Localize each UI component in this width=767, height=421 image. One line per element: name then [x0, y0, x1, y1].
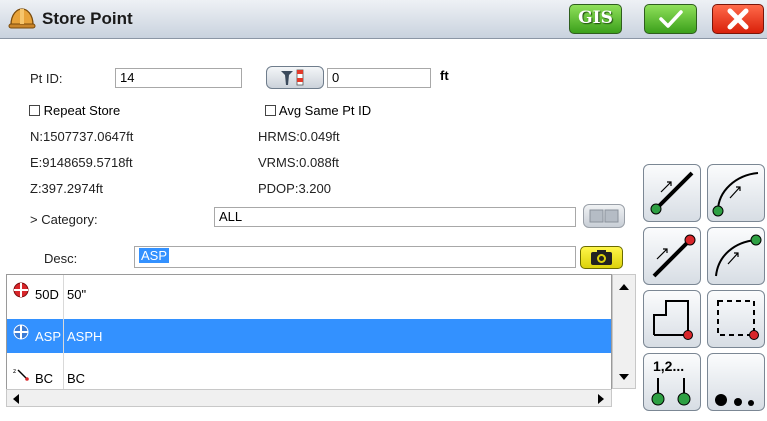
ok-button[interactable] [644, 4, 697, 34]
blue-target-icon [13, 324, 29, 340]
line-end-icon [652, 234, 696, 278]
rod-target-icon [281, 69, 304, 86]
close-rectangle-button[interactable] [707, 290, 765, 348]
scroll-left-icon[interactable] [12, 394, 20, 404]
gis-button[interactable]: GIS [569, 4, 622, 34]
scroll-up-icon[interactable] [618, 283, 630, 291]
category-value: ALL [219, 209, 243, 224]
hrms-value: HRMS:0.049ft [258, 129, 340, 144]
title-bar: Store Point GIS [0, 0, 767, 39]
window-title: Store Point [42, 9, 133, 28]
category-label[interactable]: > Category: [30, 212, 98, 227]
list-item-code: 50D [35, 287, 59, 302]
category-select[interactable]: ALL [214, 207, 576, 227]
rod-height-input[interactable]: 0 [327, 68, 431, 88]
vertical-scrollbar[interactable] [612, 274, 636, 389]
arc-start-icon [712, 172, 759, 217]
pt-id-label: Pt ID: [30, 71, 63, 86]
cancel-button[interactable] [712, 4, 764, 34]
sequential-store-button[interactable]: 1,2... [643, 353, 701, 411]
list-item[interactable]: 50D 50" [7, 277, 611, 311]
two-points-icon [651, 378, 691, 406]
repeat-store-label: Repeat Store [43, 103, 121, 118]
close-figure-button[interactable] [643, 290, 701, 348]
checkbox-box[interactable] [29, 105, 40, 116]
avg-same-pt-id-checkbox[interactable]: Avg Same Pt ID [265, 103, 371, 118]
scroll-down-icon[interactable] [618, 373, 630, 381]
close-rectangle-icon [717, 300, 759, 340]
red-target-icon [13, 282, 29, 298]
list-item-code: ASP [35, 329, 62, 344]
more-tools-button[interactable] [707, 353, 765, 411]
list-item-code: BC [35, 371, 54, 386]
column-divider [63, 275, 64, 406]
hardhat-icon [8, 8, 36, 29]
line-start-icon [650, 171, 694, 215]
arc-end-icon [715, 234, 762, 277]
avg-same-pt-id-label: Avg Same Pt ID [278, 103, 372, 118]
code-list[interactable]: 50D 50" ASP ASPH z BC BC [6, 274, 612, 407]
close-polygon-icon [653, 300, 693, 340]
camera-button[interactable] [580, 246, 623, 269]
rod-height-unit: ft [440, 68, 449, 83]
category-book-button[interactable] [583, 204, 625, 228]
rod-height-button[interactable] [266, 66, 324, 89]
horizontal-scrollbar[interactable] [6, 389, 612, 407]
easting-value: E:9148659.5718ft [30, 155, 133, 170]
desc-label: Desc: [44, 251, 78, 266]
repeat-store-checkbox[interactable]: Repeat Store [29, 103, 120, 118]
desc-input[interactable]: ASP [134, 246, 576, 268]
list-item-description: 50" [67, 287, 87, 302]
svg-text:z: z [13, 368, 16, 375]
checkmark-icon [659, 10, 683, 28]
scroll-right-icon[interactable] [597, 394, 605, 404]
list-item-description: BC [67, 371, 86, 386]
list-item-description: ASPH [67, 329, 103, 344]
desc-selected-text: ASP [139, 248, 170, 263]
store-arc-start-button[interactable] [707, 164, 765, 222]
store-arc-end-button[interactable] [707, 227, 765, 285]
camera-icon [591, 250, 612, 265]
pt-id-input[interactable]: 14 [115, 68, 242, 88]
vrms-value: VRMS:0.088ft [258, 155, 339, 170]
northing-value: N:1507737.0647ft [30, 129, 134, 144]
book-icon [589, 209, 619, 223]
elevation-value: Z:397.2974ft [30, 181, 103, 196]
store-line-end-button[interactable] [643, 227, 701, 285]
list-item-selected[interactable]: ASP ASPH [7, 319, 611, 353]
close-icon [727, 8, 749, 30]
store-line-start-button[interactable] [643, 164, 701, 222]
pdop-value: PDOP:3.200 [258, 181, 331, 196]
line-point-icon: z [13, 368, 29, 381]
checkbox-box[interactable] [265, 105, 276, 116]
ellipsis-icon [715, 394, 754, 406]
